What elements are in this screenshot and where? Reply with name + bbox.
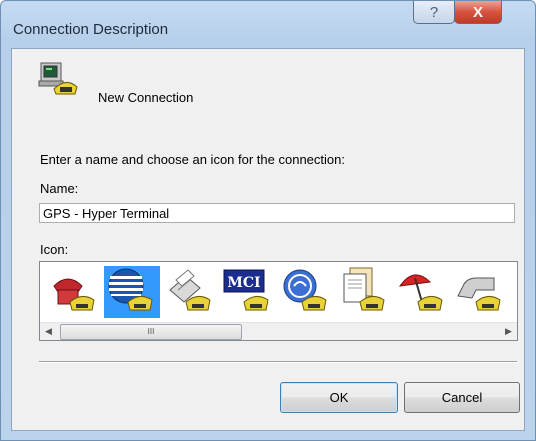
dialog-body: New Connection Enter a name and choose a… [11, 48, 525, 431]
icon-list[interactable]: MCI ◀ III ▶ [39, 261, 518, 341]
icon-option-ge[interactable] [278, 266, 334, 318]
instruction-text: Enter a name and choose an icon for the … [40, 152, 345, 167]
cancel-button[interactable]: Cancel [404, 382, 520, 413]
help-icon: ? [429, 3, 439, 21]
new-connection-icon [38, 62, 78, 95]
name-input[interactable] [39, 203, 515, 223]
dialog-window: Connection Description ? X New Connectio… [0, 0, 536, 441]
name-label: Name: [40, 181, 79, 196]
separator [39, 361, 517, 363]
connection-heading: New Connection [98, 90, 194, 105]
icon-label: Icon: [40, 242, 69, 257]
pipe-icon [457, 277, 501, 311]
svg-text:MCI: MCI [227, 275, 260, 291]
ok-button[interactable]: OK [280, 382, 398, 413]
icon-option-umbrella[interactable] [394, 266, 450, 318]
window-title: Connection Description [13, 21, 169, 38]
help-button[interactable]: ? [413, 1, 455, 24]
close-icon: X [472, 3, 483, 21]
documents-icon [343, 267, 385, 311]
umbrella-icon [398, 274, 443, 311]
icon-option-mci[interactable]: MCI [220, 266, 276, 318]
icon-option-att-globe[interactable] [104, 266, 160, 318]
scroll-right-icon[interactable]: ▶ [500, 323, 517, 340]
icon-option-red-phone[interactable] [46, 266, 102, 318]
att-globe-icon [108, 268, 153, 311]
ge-logo-icon [283, 269, 327, 311]
icon-option-pipe[interactable] [452, 266, 508, 318]
mci-icon: MCI [223, 269, 269, 311]
scroll-left-icon[interactable]: ◀ [40, 323, 57, 340]
horizontal-scrollbar[interactable]: ◀ III ▶ [40, 322, 517, 340]
title-bar[interactable]: Connection Description ? X [1, 1, 535, 47]
scroll-thumb[interactable]: III [60, 324, 242, 340]
fax-machine-icon [169, 269, 211, 311]
close-button[interactable]: X [454, 1, 502, 24]
red-phone-icon [53, 278, 95, 311]
icon-option-fax[interactable] [162, 266, 218, 318]
icon-option-documents[interactable] [336, 266, 392, 318]
